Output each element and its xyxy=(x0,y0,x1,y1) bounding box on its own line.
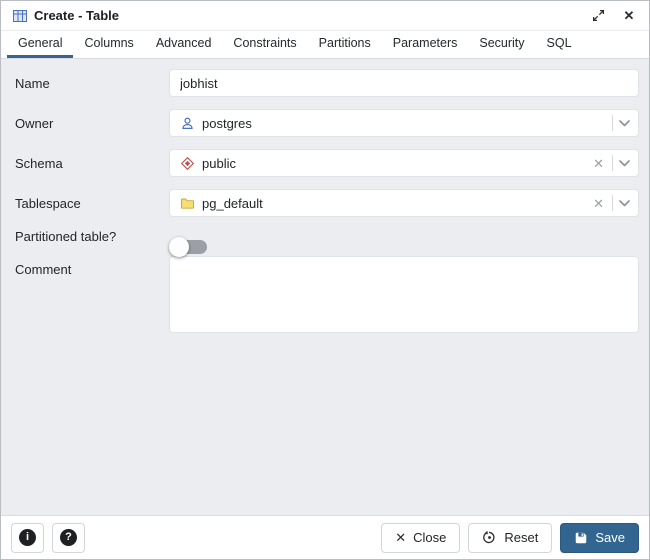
dialog-title: Create - Table xyxy=(34,8,119,23)
close-button[interactable]: ✕ Close xyxy=(381,523,460,553)
dialog-tabbar: General Columns Advanced Constraints Par… xyxy=(1,31,649,59)
schema-icon xyxy=(180,156,195,171)
user-icon xyxy=(180,116,195,131)
tablespace-value: pg_default xyxy=(202,196,263,211)
tab-security[interactable]: Security xyxy=(468,31,535,58)
chevron-down-icon[interactable] xyxy=(619,200,630,207)
help-icon: ? xyxy=(60,529,77,546)
create-table-dialog: Create - Table ✕ General Columns Advance… xyxy=(0,0,650,560)
chevron-down-icon[interactable] xyxy=(619,160,630,167)
schema-label: Schema xyxy=(15,156,169,171)
name-label: Name xyxy=(15,76,169,91)
comment-row: Comment xyxy=(15,256,639,338)
clear-icon[interactable]: ✕ xyxy=(591,197,606,210)
tab-advanced[interactable]: Advanced xyxy=(145,31,223,58)
partitioned-row: Partitioned table? xyxy=(15,229,639,244)
save-icon xyxy=(574,531,588,545)
tab-sql[interactable]: SQL xyxy=(536,31,583,58)
select-divider xyxy=(612,155,613,171)
dialog-footer: i ? ✕ Close Reset xyxy=(1,515,649,559)
folder-icon xyxy=(180,196,195,211)
owner-select[interactable]: postgres xyxy=(169,109,639,137)
info-icon: i xyxy=(19,529,36,546)
comment-textarea[interactable] xyxy=(169,256,639,333)
tablespace-row: Tablespace pg_default ✕ xyxy=(15,189,639,217)
name-row: Name xyxy=(15,69,639,97)
schema-row: Schema public ✕ xyxy=(15,149,639,177)
owner-label: Owner xyxy=(15,116,169,131)
close-x-icon: ✕ xyxy=(395,531,406,544)
general-tab-panel: Name Owner postgres xyxy=(1,59,649,515)
schema-value: public xyxy=(202,156,236,171)
tab-partitions[interactable]: Partitions xyxy=(308,31,382,58)
tab-columns[interactable]: Columns xyxy=(73,31,144,58)
owner-value: postgres xyxy=(202,116,252,131)
chevron-down-icon[interactable] xyxy=(619,120,630,127)
clear-icon[interactable]: ✕ xyxy=(591,157,606,170)
tablespace-select[interactable]: pg_default ✕ xyxy=(169,189,639,217)
schema-select[interactable]: public ✕ xyxy=(169,149,639,177)
name-input[interactable] xyxy=(169,69,639,97)
tab-constraints[interactable]: Constraints xyxy=(222,31,307,58)
comment-label: Comment xyxy=(15,256,169,277)
tab-general[interactable]: General xyxy=(7,31,73,58)
owner-row: Owner postgres xyxy=(15,109,639,137)
select-divider xyxy=(612,195,613,211)
partitioned-label: Partitioned table? xyxy=(15,229,169,244)
close-icon[interactable]: ✕ xyxy=(621,8,637,24)
save-button[interactable]: Save xyxy=(560,523,639,553)
maximize-icon[interactable] xyxy=(590,8,606,24)
help-button[interactable]: ? xyxy=(52,523,85,553)
tab-parameters[interactable]: Parameters xyxy=(382,31,469,58)
select-divider xyxy=(612,115,613,131)
reset-button[interactable]: Reset xyxy=(468,523,552,553)
table-icon xyxy=(13,9,27,23)
info-button[interactable]: i xyxy=(11,523,44,553)
tablespace-label: Tablespace xyxy=(15,196,169,211)
reset-icon xyxy=(482,530,497,545)
dialog-titlebar: Create - Table ✕ xyxy=(1,1,649,31)
